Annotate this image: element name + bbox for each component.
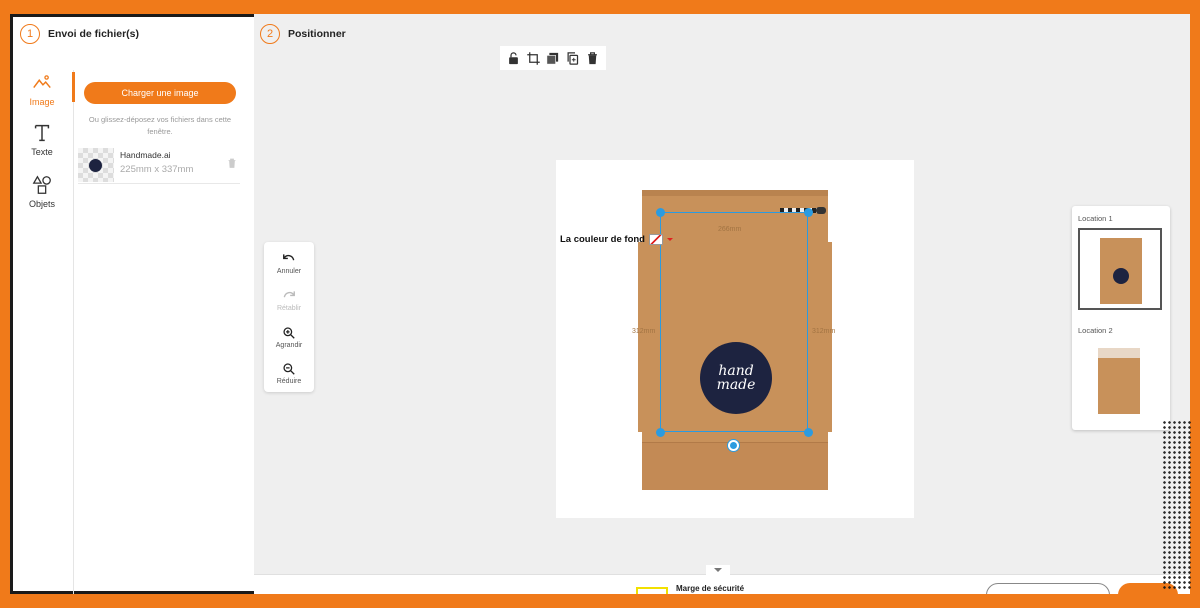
file-thumbnail	[78, 148, 114, 182]
step-2-title: Positionner	[288, 28, 346, 40]
workspace: 2 Positionner Annuler Rétablir Agrandir …	[254, 14, 1190, 574]
decorative-dots	[1162, 420, 1192, 590]
step-1-title: Envoi de fichier(s)	[48, 28, 140, 40]
dimension-right: 312mm	[812, 328, 836, 335]
crop-icon[interactable]	[526, 51, 541, 66]
upload-panel: Charger une image Ou glissez-déposez vos…	[74, 70, 254, 594]
lock-icon[interactable]	[506, 51, 521, 66]
collapse-toggle[interactable]	[706, 565, 730, 575]
location-2-label: Location 2	[1078, 326, 1113, 335]
sidebar-item-text[interactable]: Texte	[10, 122, 74, 157]
text-icon	[34, 124, 50, 142]
redo-icon	[283, 291, 295, 298]
file-name: Handmade.ai	[120, 150, 171, 160]
zoom-in-icon	[283, 327, 295, 339]
dimension-left: 312mm	[632, 328, 656, 335]
resize-handle-bottom-right[interactable]	[804, 428, 813, 437]
undo-button[interactable]: Annuler	[264, 252, 314, 275]
step-1-header: 1 Envoi de fichier(s)	[20, 24, 139, 44]
sidebar-item-label: Objets	[28, 199, 55, 209]
location-1-thumbnail[interactable]	[1078, 228, 1162, 310]
safety-margin-label: Marge de sécurité	[676, 584, 745, 593]
rotate-handle[interactable]	[728, 440, 739, 451]
background-color-picker[interactable]: La couleur de fond	[560, 234, 673, 245]
duplicate-icon[interactable]	[565, 51, 580, 66]
undo-icon	[283, 254, 295, 261]
tool-sidebar: Image Texte Objets	[10, 70, 75, 594]
uploaded-file-item[interactable]: Handmade.ai 225mm x 337mm	[78, 148, 240, 184]
object-toolbar	[500, 46, 606, 70]
zoom-out-button[interactable]: Réduire	[264, 362, 314, 385]
resize-handle-top-right[interactable]	[804, 208, 813, 217]
caret-down-icon[interactable]	[666, 238, 673, 241]
step-2-number: 2	[260, 24, 280, 44]
resize-handle-top-left[interactable]	[656, 208, 665, 217]
redo-label: Rétablir	[276, 305, 302, 312]
step-1-number: 1	[20, 24, 40, 44]
secondary-button[interactable]	[986, 583, 1110, 594]
delete-file-icon[interactable]	[226, 156, 238, 170]
redo-button[interactable]: Rétablir	[264, 289, 314, 312]
step-2-header: 2 Positionner	[260, 24, 346, 44]
image-icon	[33, 75, 51, 89]
no-color-swatch-icon[interactable]	[648, 234, 663, 245]
location-2-thumbnail[interactable]	[1078, 340, 1162, 422]
drop-hint: Ou glissez-déposez vos fichiers dans cet…	[88, 115, 232, 136]
sidebar-item-label: Texte	[31, 147, 53, 157]
locations-panel: Location 1 Location 2	[1072, 206, 1170, 430]
layers-icon[interactable]	[545, 51, 560, 66]
background-color-label: La couleur de fond	[560, 234, 645, 245]
shapes-icon	[32, 175, 51, 194]
sidebar-item-image[interactable]: Image	[10, 72, 75, 107]
safety-margin-swatch	[636, 587, 668, 594]
sidebar-item-label: Image	[29, 97, 55, 107]
resize-handle-bottom-left[interactable]	[656, 428, 665, 437]
zoom-in-button[interactable]: Agrandir	[264, 326, 314, 349]
history-zoom-panel: Annuler Rétablir Agrandir Réduire	[264, 242, 314, 392]
zoom-out-label: Réduire	[276, 378, 302, 385]
sidebar-item-objects[interactable]: Objets	[10, 174, 74, 209]
chevron-down-icon	[714, 568, 722, 572]
trash-icon[interactable]	[585, 51, 600, 66]
footer-bar: Marge de sécurité	[254, 565, 1190, 594]
app-window: 1 Envoi de fichier(s) Image Texte Objets	[10, 14, 1190, 594]
selection-box[interactable]	[660, 212, 808, 432]
zoom-in-label: Agrandir	[275, 342, 303, 349]
design-canvas[interactable]: hand made 266mm 312mm 312mm La couleur d…	[556, 160, 914, 518]
upload-image-button[interactable]: Charger une image	[84, 82, 236, 104]
file-size: 225mm x 337mm	[120, 164, 194, 175]
location-1-label: Location 1	[1078, 214, 1113, 223]
undo-label: Annuler	[276, 268, 302, 275]
zoom-out-icon	[283, 363, 295, 375]
